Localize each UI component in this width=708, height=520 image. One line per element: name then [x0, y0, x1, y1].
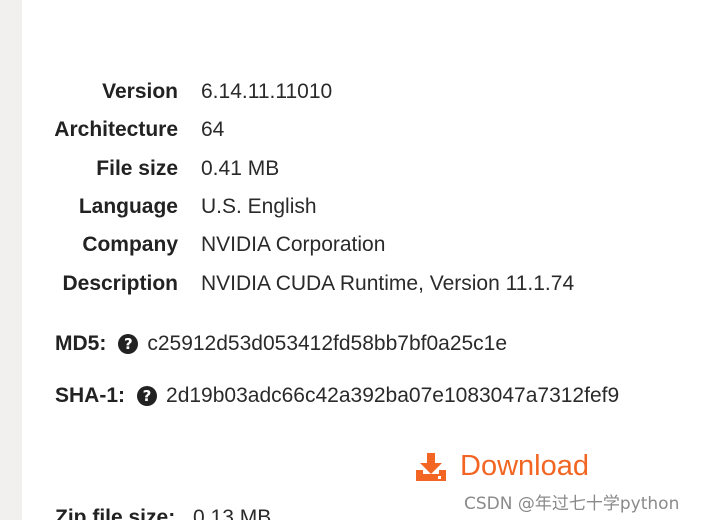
sha1-label: SHA-1: — [55, 384, 126, 407]
detail-row-file-size: File size 0.41 MB — [0, 157, 700, 195]
detail-label: Version — [102, 80, 178, 103]
detail-value: NVIDIA CUDA Runtime, Version 11.1.74 — [201, 272, 575, 295]
detail-row-company: Company NVIDIA Corporation — [0, 233, 700, 271]
detail-value: U.S. English — [201, 195, 317, 218]
detail-row-version: Version 6.14.11.11010 — [0, 80, 700, 118]
detail-label: Architecture — [54, 118, 178, 141]
zip-size-label: Zip file size: — [55, 506, 176, 520]
detail-row-description: Description NVIDIA CUDA Runtime, Version… — [0, 272, 700, 310]
sha1-row: SHA-1: ? 2d19b03adc66c42a392ba07e1083047… — [55, 384, 619, 408]
file-details: Version 6.14.11.11010 Architecture 64 Fi… — [0, 0, 708, 520]
detail-value: 0.41 MB — [201, 157, 280, 180]
detail-value: 6.14.11.11010 — [201, 80, 333, 103]
md5-label: MD5: — [55, 332, 107, 355]
detail-label: Language — [78, 195, 178, 218]
download-icon — [416, 452, 446, 481]
download-button[interactable]: Download — [416, 450, 589, 483]
sha1-value: 2d19b03adc66c42a392ba07e1083047a7312fef9 — [166, 384, 620, 407]
detail-row-architecture: Architecture 64 — [0, 118, 700, 156]
file-details-page: Version 6.14.11.11010 Architecture 64 Fi… — [0, 0, 708, 520]
zip-size-row: Zip file size: 0.13 MB — [55, 506, 271, 520]
detail-label: File size — [96, 157, 178, 180]
watermark: CSDN @年过七十学python — [464, 494, 680, 514]
detail-value: NVIDIA Corporation — [201, 233, 386, 256]
md5-row: MD5: ? c25912d53d053412fd58bb7bf0a25c1e — [55, 332, 507, 356]
detail-row-language: Language U.S. English — [0, 195, 700, 233]
zip-size-value: 0.13 MB — [193, 506, 272, 520]
md5-value: c25912d53d053412fd58bb7bf0a25c1e — [147, 332, 508, 355]
detail-label: Description — [62, 272, 178, 295]
help-icon[interactable]: ? — [118, 334, 139, 354]
detail-label: Company — [82, 233, 178, 256]
help-icon[interactable]: ? — [137, 386, 158, 406]
detail-value: 64 — [201, 118, 225, 141]
download-label: Download — [460, 450, 589, 482]
